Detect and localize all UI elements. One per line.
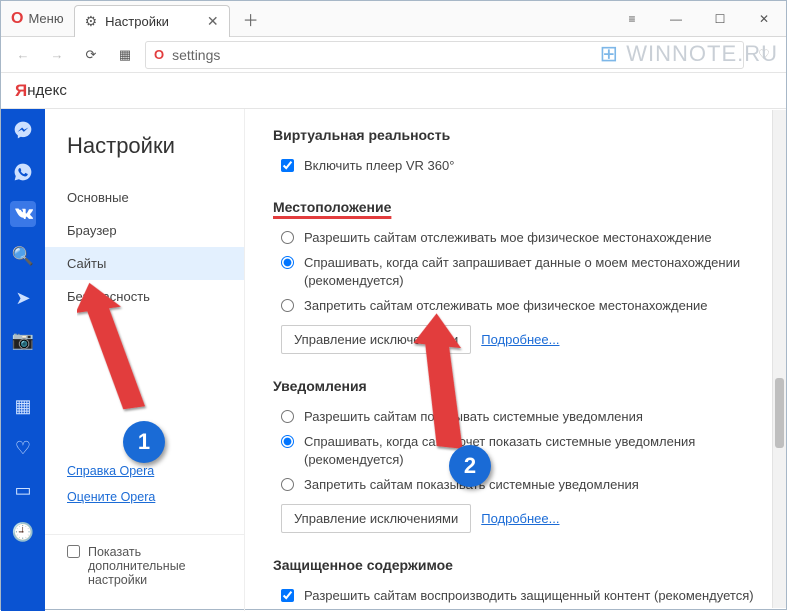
vr-enable-checkbox[interactable] [281, 159, 294, 172]
camera-icon[interactable]: 📷 [10, 327, 36, 353]
grid-icon[interactable]: ▦ [10, 393, 36, 419]
notif-more-link[interactable]: Подробнее... [481, 511, 559, 526]
location-ask-label: Спрашивать, когда сайт запрашивает данны… [304, 254, 756, 289]
help-link[interactable]: Справка Opera [67, 464, 222, 478]
notif-deny-label: Запретить сайтам показывать системные ув… [304, 476, 639, 494]
close-tab-button[interactable]: ✕ [207, 13, 219, 30]
yandex-bar[interactable]: Яндекс [1, 73, 786, 109]
yandex-logo-letter: Я [15, 81, 27, 101]
location-allow-label: Разрешить сайтам отслеживать мое физичес… [304, 229, 712, 247]
rate-link[interactable]: Оцените Opera [67, 490, 222, 504]
bookmark-heart-icon[interactable]: ♡ [750, 41, 778, 69]
news-icon[interactable]: ▭ [10, 477, 36, 503]
gear-icon: ⚙ [85, 13, 98, 30]
speed-dial-button[interactable]: ▦ [111, 41, 139, 69]
sidebar-item-sites[interactable]: Сайты [45, 247, 244, 280]
search-icon[interactable]: 🔍 [10, 243, 36, 269]
reload-button[interactable]: ⟳ [77, 41, 105, 69]
notif-deny-radio[interactable] [281, 478, 294, 491]
protected-allow-checkbox[interactable] [281, 589, 294, 602]
close-window-button[interactable]: ✕ [742, 1, 786, 36]
section-notifications: Уведомления Разрешить сайтам показывать … [273, 378, 756, 533]
advanced-settings-toggle[interactable]: Показать дополнительные настройки [45, 534, 244, 597]
back-button[interactable]: ← [9, 41, 37, 69]
page-title: Настройки [45, 133, 244, 181]
vr-title: Виртуальная реальность [273, 127, 756, 143]
window-controls: ≡ — ☐ ✕ [610, 1, 786, 36]
vk-icon[interactable] [10, 201, 36, 227]
heart-rail-icon[interactable]: ♡ [10, 435, 36, 461]
whatsapp-icon[interactable] [10, 159, 36, 185]
menu-label: Меню [28, 11, 63, 26]
notifications-title: Уведомления [273, 378, 756, 394]
tab-title: Настройки [105, 14, 169, 29]
sidebar-item-security[interactable]: Безопасность [45, 280, 244, 313]
notif-allow-label: Разрешить сайтам показывать системные ув… [304, 408, 643, 426]
location-deny-label: Запретить сайтам отслеживать мое физичес… [304, 297, 708, 315]
title-bar: O Меню ⚙ Настройки ✕ ＋ ≡ — ☐ ✕ [1, 1, 786, 37]
scrollbar[interactable] [772, 110, 786, 608]
settings-sidebar: Настройки Основные Браузер Сайты Безопас… [45, 109, 245, 611]
advanced-checkbox[interactable] [67, 545, 80, 558]
section-vr: Виртуальная реальность Включить плеер VR… [273, 127, 756, 175]
opera-logo-small-icon: O [154, 47, 164, 62]
advanced-label: Показать дополнительные настройки [88, 545, 222, 587]
location-deny-radio[interactable] [281, 299, 294, 312]
location-more-link[interactable]: Подробнее... [481, 332, 559, 347]
forward-button[interactable]: → [43, 41, 71, 69]
send-icon[interactable]: ➤ [10, 285, 36, 311]
new-tab-button[interactable]: ＋ [236, 1, 266, 36]
yandex-logo-word: ндекс [27, 82, 67, 99]
section-location: Местоположение Разрешить сайтам отслежив… [273, 199, 756, 354]
sidebar-item-basic[interactable]: Основные [45, 181, 244, 214]
location-title: Местоположение [273, 199, 756, 215]
section-protected: Защищенное содержимое Разрешить сайтам в… [273, 557, 756, 605]
scrollbar-thumb[interactable] [775, 378, 784, 448]
notif-manage-exceptions-button[interactable]: Управление исключениями [281, 504, 471, 533]
address-bar[interactable]: O settings [145, 41, 744, 69]
maximize-button[interactable]: ☐ [698, 1, 742, 36]
sidebar-item-browser[interactable]: Браузер [45, 214, 244, 247]
vr-enable-label: Включить плеер VR 360° [304, 157, 454, 175]
minimize-button[interactable]: — [654, 1, 698, 36]
tabs-overview-icon[interactable]: ≡ [610, 1, 654, 36]
clock-icon[interactable]: 🕘 [10, 519, 36, 545]
notif-allow-radio[interactable] [281, 410, 294, 423]
location-ask-radio[interactable] [281, 256, 294, 269]
notif-ask-radio[interactable] [281, 435, 294, 448]
opera-menu-button[interactable]: O Меню [1, 1, 74, 36]
location-allow-radio[interactable] [281, 231, 294, 244]
messenger-icon[interactable] [10, 117, 36, 143]
protected-title: Защищенное содержимое [273, 557, 756, 573]
address-text: settings [172, 47, 220, 63]
side-rail: 🔍 ➤ 📷 ▦ ♡ ▭ 🕘 [1, 109, 45, 611]
opera-logo-icon: O [11, 10, 23, 28]
protected-allow-label: Разрешить сайтам воспроизводить защищенн… [304, 587, 754, 605]
tab-settings[interactable]: ⚙ Настройки ✕ [74, 5, 230, 37]
notif-ask-label: Спрашивать, когда сайт хочет показать си… [304, 433, 756, 468]
settings-content: Виртуальная реальность Включить плеер VR… [245, 109, 786, 611]
nav-bar: ← → ⟳ ▦ O settings ♡ [1, 37, 786, 73]
location-manage-exceptions-button[interactable]: Управление исключениями [281, 325, 471, 354]
